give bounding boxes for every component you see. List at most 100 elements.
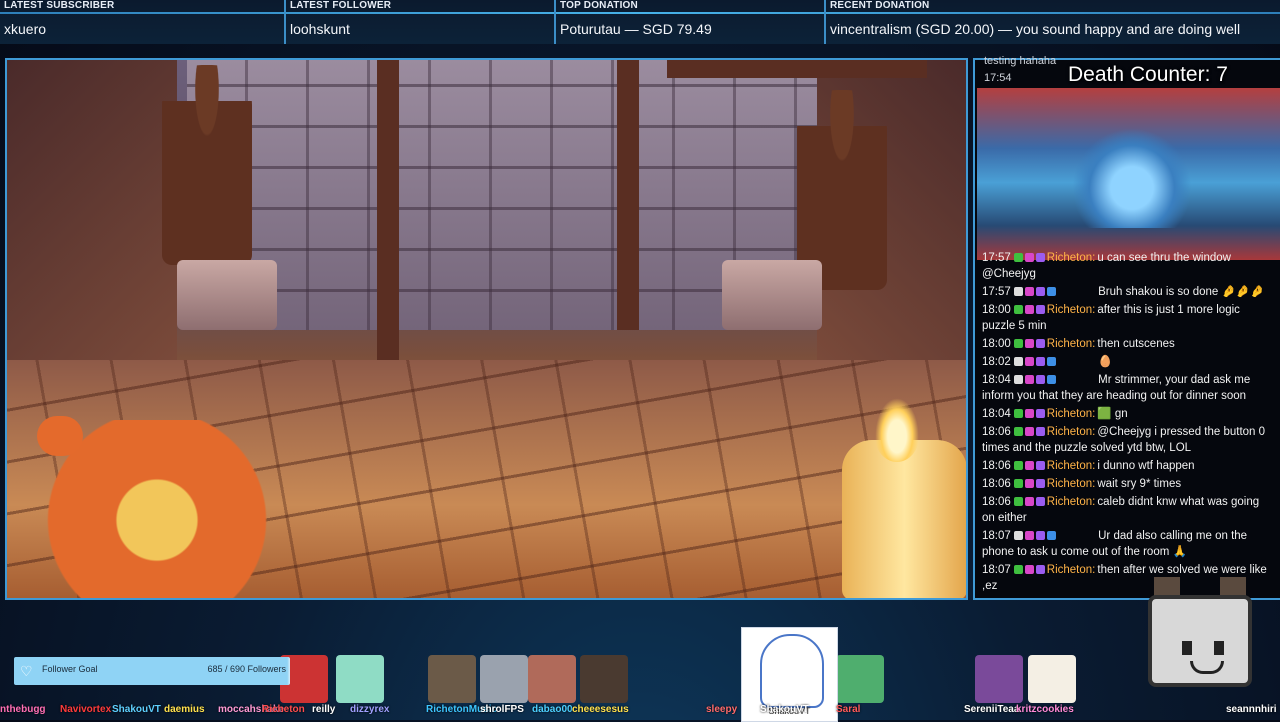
chat-text: Bruh shakou is so done 🤌🤌🤌 [1098, 286, 1265, 298]
follower-heart-icon: ♡ [20, 663, 33, 679]
chat-timestamp: 18:00 [982, 304, 1011, 316]
chat-message: 18:07 Ur dad also calling me on the phon… [982, 528, 1272, 560]
chat-badge-icon [1035, 531, 1045, 540]
top-donation-cell: TOP DONATION Poturutau — SGD 79.49 [556, 0, 824, 44]
supporter-name: sleepy [706, 704, 738, 715]
chat-username[interactable]: Richeton: [1047, 304, 1096, 316]
avatar [528, 655, 576, 703]
supporter-name: nthebugg [0, 704, 46, 715]
chat-badge-icon [1035, 253, 1045, 262]
chat-username[interactable]: Richeton: [1047, 426, 1096, 438]
supporter-name: Navivortex [60, 704, 112, 715]
device-knob [37, 416, 83, 456]
chat-timestamp: 18:07 [982, 564, 1011, 576]
chat-badge-icon [1013, 339, 1023, 348]
chat-badge-icon [1035, 565, 1045, 574]
chat-badge-icon [1024, 531, 1034, 540]
chat-badge-icon [1035, 357, 1045, 366]
latest-subscriber-cell: LATEST SUBSCRIBER xkuero [0, 0, 284, 44]
chat-timestamp: 18:06 [982, 496, 1011, 508]
chat-username[interactable]: Richeton: [1047, 252, 1096, 264]
chat-badge-icon [1024, 461, 1034, 470]
left-wall-panel [7, 60, 177, 360]
avatar [1028, 655, 1076, 703]
chat-message: 18:02 🥚 [982, 354, 1272, 370]
supporter-name: seannnhiri [1226, 704, 1277, 715]
chat-badge-icon [1024, 427, 1034, 436]
latest-follower-value: loohskunt [290, 21, 350, 37]
chat-username[interactable]: Richeton: [1047, 408, 1096, 420]
chat-text: then cutscenes [1097, 338, 1175, 350]
chat-username[interactable] [1058, 356, 1096, 368]
chat-username[interactable]: Richeton: [1047, 496, 1096, 508]
recent-donation-cell: RECENT DONATION vincentralism (SGD 20.00… [826, 0, 1280, 44]
chat-badge-icon [1035, 305, 1045, 314]
chat-badge-icon [1024, 497, 1034, 506]
latest-follower-label: LATEST FOLLOWER [290, 0, 392, 11]
statue-pedestal [722, 260, 822, 330]
chat-partial-message: testing hahaha [984, 55, 1057, 67]
wood-pillar [377, 60, 399, 360]
chat-partial-time: 17:54 [984, 72, 1012, 84]
chat-message: 18:06 Richeton: @Cheejyg i pressed the but… [982, 424, 1272, 456]
chat-badge-icon [1013, 461, 1023, 470]
supporter-name: daemius [164, 704, 205, 715]
chat-timestamp: 18:06 [982, 426, 1011, 438]
streamer-sketch [760, 634, 824, 708]
chat-username[interactable]: Richeton: [1047, 564, 1096, 576]
chat-timestamp: 18:02 [982, 356, 1011, 368]
chat-timestamp: 18:07 [982, 530, 1011, 542]
chat-text: 🟩 gn [1097, 408, 1128, 420]
top-ticker: LATEST SUBSCRIBER xkuero LATEST FOLLOWER… [0, 0, 1280, 44]
avatar [836, 655, 884, 703]
chat-username[interactable] [1058, 286, 1096, 298]
supporter-name: cheeesesus [572, 704, 629, 715]
chat-badge-icon [1013, 427, 1023, 436]
chat-badge-icon [1035, 497, 1045, 506]
supporter-name: SereniiTeaa [964, 704, 1020, 715]
chat-badge-icon [1013, 497, 1023, 506]
chat-badge-icon [1013, 531, 1023, 540]
recent-donation-label: RECENT DONATION [830, 0, 930, 11]
chat-badge-icon [1035, 375, 1045, 384]
chat-badge-icon [1035, 479, 1045, 488]
chat-timestamp: 18:00 [982, 338, 1011, 350]
supporter-name: Richeton [262, 704, 305, 715]
candle [842, 440, 966, 598]
chat-badge-icon [1024, 339, 1034, 348]
chat-timestamp: 18:04 [982, 374, 1011, 386]
wood-beam [667, 60, 927, 78]
chat-badge-icon [1046, 287, 1056, 296]
chat-username[interactable] [1058, 374, 1096, 386]
supporter-name: dabao00 [532, 704, 573, 715]
game-view[interactable] [5, 58, 968, 600]
chat-message: 18:00 Richeton: then cutscenes [982, 336, 1272, 352]
avatar [336, 655, 384, 703]
chat-username[interactable]: Richeton: [1047, 478, 1096, 490]
follower-goal-bar: ♡ Follower Goal 685 / 690 Followers [14, 657, 290, 685]
preview-hall [1072, 128, 1192, 228]
chat-username[interactable]: Richeton: [1047, 460, 1096, 472]
top-donation-label: TOP DONATION [560, 0, 638, 11]
chat-username[interactable]: Richeton: [1047, 338, 1096, 350]
supporter-name: Saral [836, 704, 861, 715]
chat-message: 18:04 Mr strimmer, your dad ask me infor… [982, 372, 1272, 404]
follower-goal-count: 685 / 690 Followers [207, 664, 286, 674]
chat-badge-icon [1024, 253, 1034, 262]
supporter-name: ShakouVT [760, 704, 809, 715]
chat-badge-icon [1013, 253, 1023, 262]
chat-badge-icon [1013, 479, 1023, 488]
chat-badge-icon [1013, 375, 1023, 384]
chat-message: 18:06 Richeton: i dunno wtf happen [982, 458, 1272, 474]
chat-badge-icon [1024, 357, 1034, 366]
top-donation-value: Poturutau — SGD 79.49 [560, 21, 712, 37]
latest-subscriber-label: LATEST SUBSCRIBER [4, 0, 115, 11]
chat-message: 18:00 Richeton: after this is just 1 more … [982, 302, 1272, 334]
chat-timestamp: 18:06 [982, 460, 1011, 472]
follower-goal-label: Follower Goal [42, 664, 98, 674]
recent-donation-value: vincentralism (SGD 20.00) — you sound ha… [830, 21, 1241, 37]
chat-message: 18:06 Richeton: caleb didnt knw what was g… [982, 494, 1272, 526]
chat-username[interactable] [1058, 530, 1096, 542]
chat-badge-icon [1024, 479, 1034, 488]
chat-badge-icon [1024, 287, 1034, 296]
